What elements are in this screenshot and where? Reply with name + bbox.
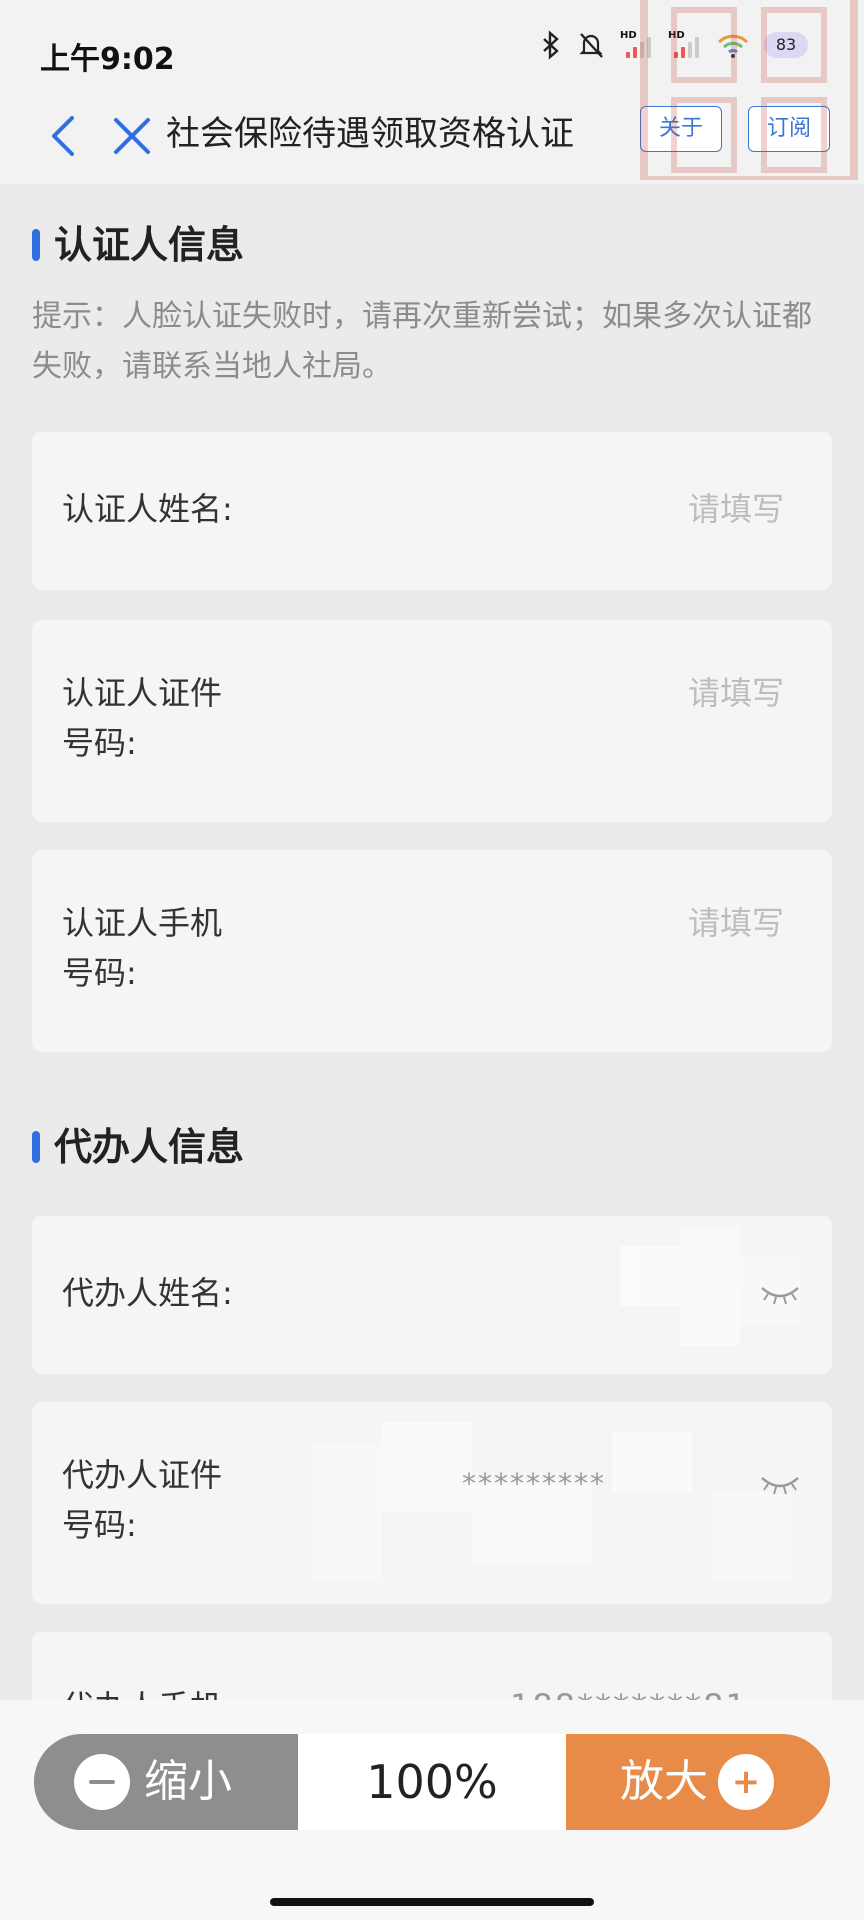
agent-id-masked-value: ********* (462, 1467, 606, 1500)
section-accent-bar (32, 229, 40, 261)
section-accent-bar (32, 1131, 40, 1163)
close-icon[interactable] (108, 110, 156, 162)
agent-id-blurred-value (312, 1422, 792, 1592)
certifier-name-field[interactable]: 认证人姓名: 请填写 (32, 432, 832, 590)
bluetooth-icon (543, 30, 559, 60)
agent-name-label: 代办人姓名: (62, 1274, 233, 1312)
certifier-name-input[interactable]: 请填写 (688, 484, 784, 534)
certifier-phone-input[interactable]: 请填写 (688, 898, 784, 948)
status-time: 上午9:02 (40, 42, 175, 77)
page-title: 社会保险待遇领取资格认证 (166, 114, 574, 154)
certifier-tip-text: 提示：人脸认证失败时，请再次重新尝试；如果多次认证都失败，请联系当地人社局。 (32, 299, 812, 384)
certifier-id-label: 认证人证件 号码: (62, 674, 223, 762)
back-icon[interactable] (40, 108, 90, 164)
zoom-in-button[interactable]: 放大 + (566, 1734, 830, 1830)
certifier-id-input[interactable]: 请填写 (688, 668, 784, 718)
zoom-level: 100% (298, 1734, 566, 1830)
certifier-phone-field[interactable]: 认证人手机 号码: 请填写 (32, 850, 832, 1052)
minus-circle-icon (74, 1754, 130, 1810)
agent-name-field[interactable]: 代办人姓名: (32, 1216, 832, 1374)
bell-muted-icon (579, 33, 603, 58)
certifier-phone-label: 认证人手机 号码: (62, 904, 223, 992)
agent-id-field[interactable]: 代办人证件 号码: ********* (32, 1402, 832, 1604)
eye-closed-icon[interactable] (758, 1472, 802, 1498)
home-indicator[interactable] (270, 1898, 594, 1906)
seal-watermark-icon (640, 0, 858, 180)
agent-section-title: 代办人信息 (32, 1122, 244, 1172)
certifier-name-label: 认证人姓名: (62, 490, 233, 528)
agent-id-label: 代办人证件 号码: (62, 1456, 223, 1544)
zoom-control: 缩小 100% 放大 + (34, 1734, 830, 1830)
zoom-out-button[interactable]: 缩小 (34, 1734, 298, 1830)
eye-closed-icon[interactable] (758, 1282, 802, 1308)
certifier-section-title: 认证人信息 (32, 220, 244, 270)
plus-circle-icon: + (718, 1754, 774, 1810)
certifier-id-field[interactable]: 认证人证件 号码: 请填写 (32, 620, 832, 822)
